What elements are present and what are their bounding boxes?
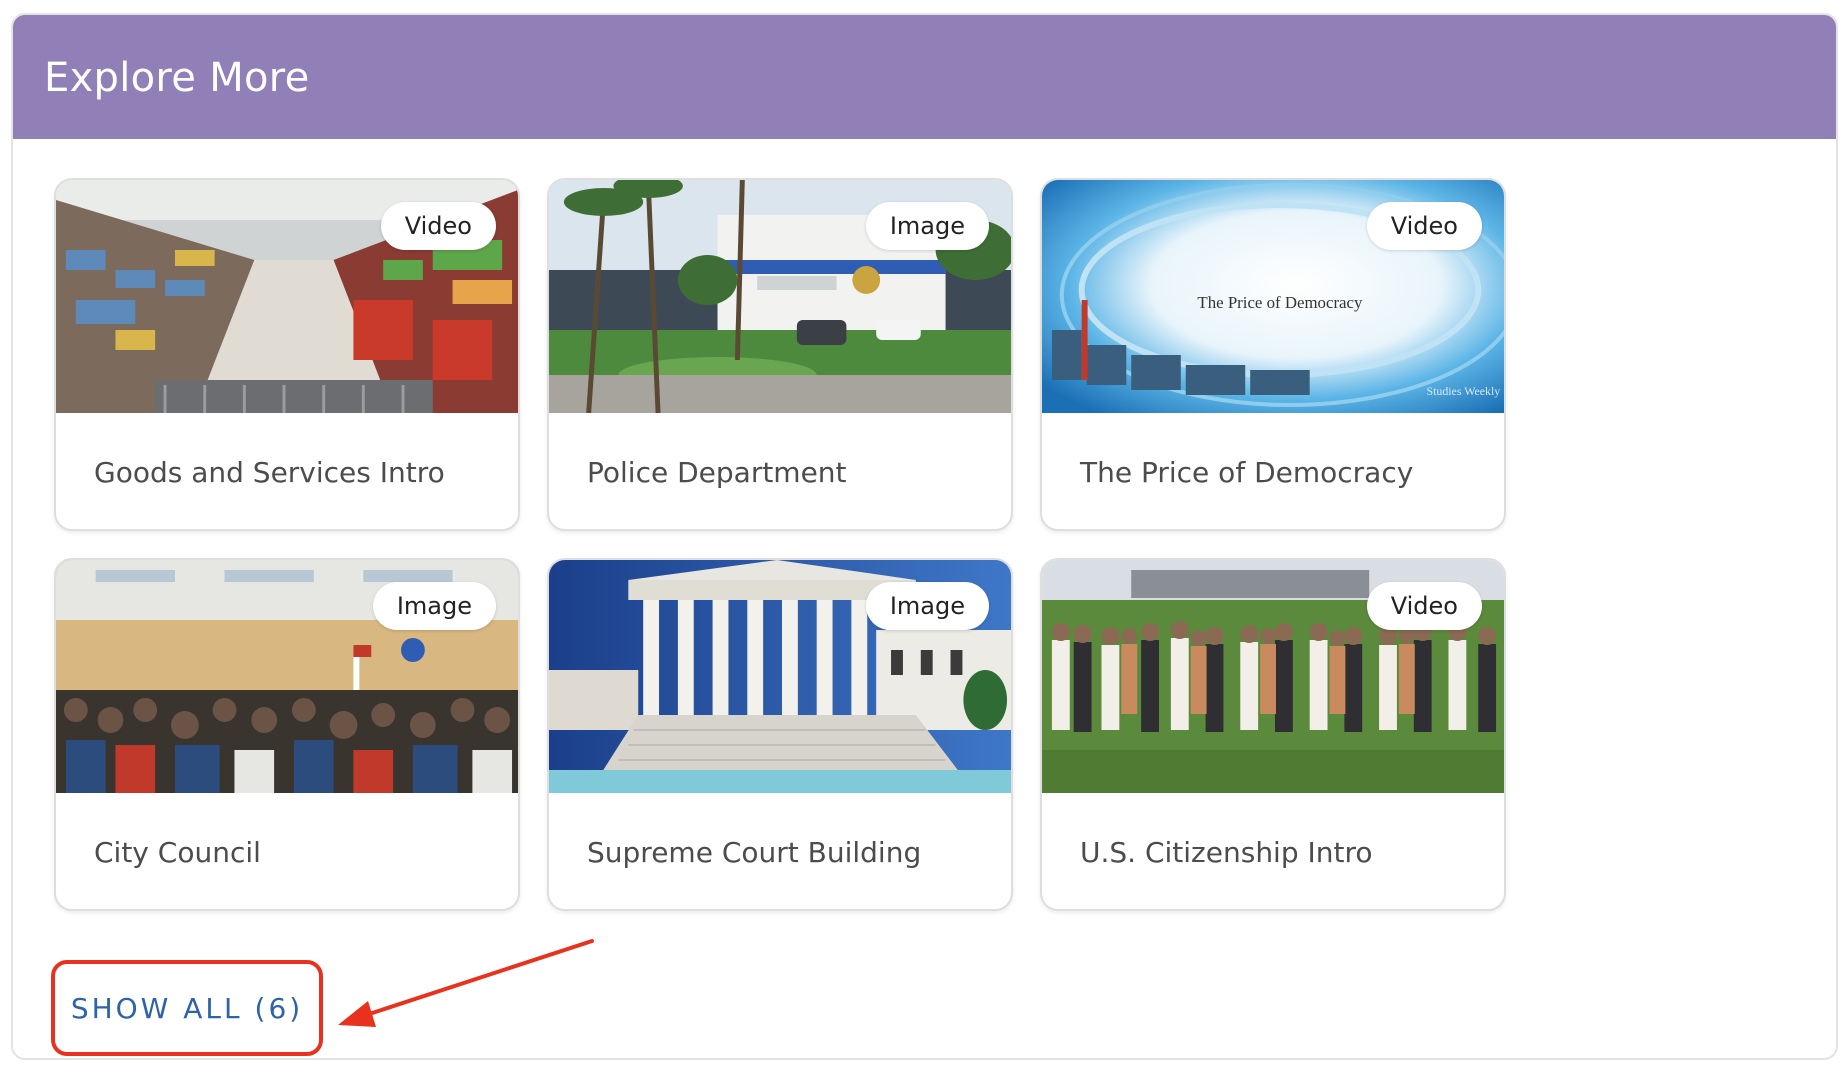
card-title: Supreme Court Building (587, 836, 922, 869)
card-title: The Price of Democracy (1080, 456, 1414, 489)
annotation-arrow-icon (338, 939, 594, 1027)
card-title: Police Department (587, 456, 847, 489)
media-type-badge: Video (380, 202, 496, 250)
media-type-badge: Image (865, 202, 989, 250)
resource-card-police-department[interactable]: Image Police Department (547, 178, 1013, 531)
media-type-badge: Image (372, 582, 496, 630)
panel-header: Explore More (13, 15, 1836, 139)
resource-card-supreme-court-building[interactable]: Image Supreme Court Building (547, 558, 1013, 911)
card-title: U.S. Citizenship Intro (1080, 836, 1373, 869)
resource-card-us-citizenship-intro[interactable]: Video U.S. Citizenship Intro (1040, 558, 1506, 911)
show-all-highlight: SHOW ALL (6) (51, 960, 323, 1056)
card-title: Goods and Services Intro (94, 456, 445, 489)
resource-card-price-of-democracy[interactable]: The Price of Democracy Studies Weekly Vi… (1040, 178, 1506, 531)
resource-card-city-council[interactable]: Image City Council (54, 558, 520, 911)
panel-title: Explore More (44, 55, 310, 101)
card-title: City Council (94, 836, 261, 869)
media-type-badge: Image (865, 582, 989, 630)
show-all-button[interactable]: SHOW ALL (6) (55, 964, 319, 1052)
thumbnail-title-text: The Price of Democracy (1197, 293, 1363, 312)
media-type-badge: Video (1366, 582, 1482, 630)
resource-card-goods-and-services[interactable]: Video Goods and Services Intro (54, 178, 520, 531)
studies-weekly-logo: Studies Weekly (1426, 384, 1500, 398)
media-type-badge: Video (1366, 202, 1482, 250)
explore-more-panel: Explore More Video Goods and Services In… (11, 13, 1838, 1060)
